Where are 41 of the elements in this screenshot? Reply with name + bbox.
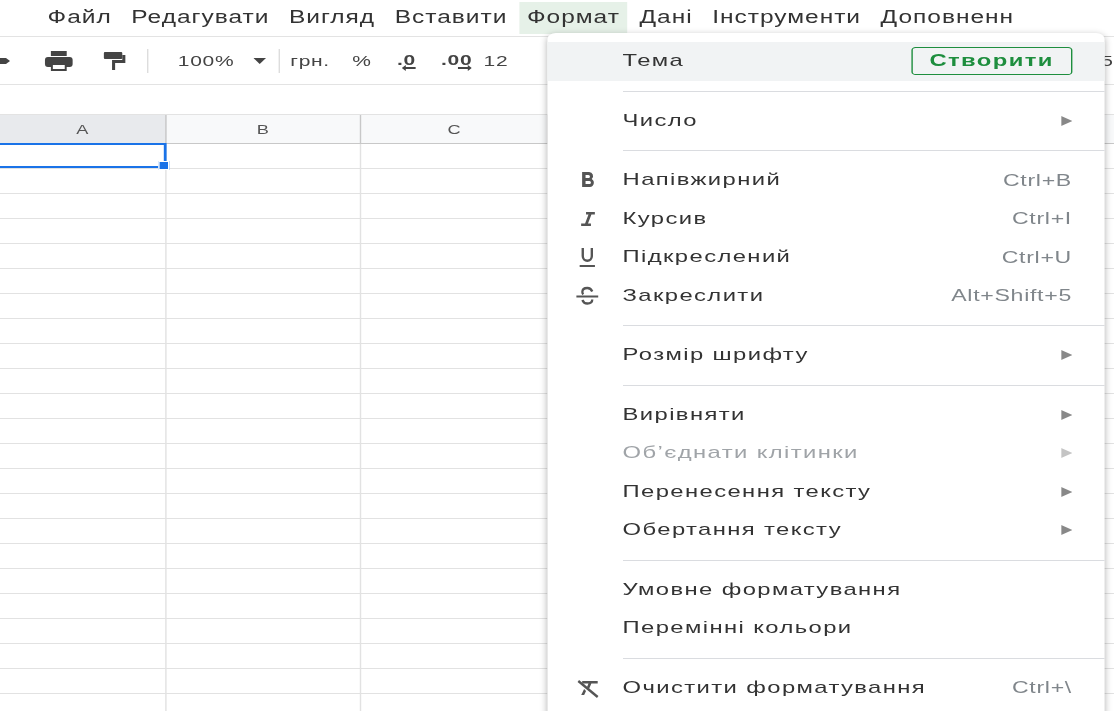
menu-item[interactable]: Обертання тексту (546, 511, 1105, 550)
menu-item[interactable]: Курсив Ctrl+I (546, 199, 1105, 238)
more-formats-button[interactable]: 12 (482, 50, 510, 71)
submenu-arrow-icon (1060, 409, 1072, 420)
print-icon[interactable] (42, 48, 76, 73)
menu-item[interactable]: Умовне форматування (546, 570, 1105, 609)
currency-button[interactable]: грн. (288, 50, 332, 71)
menu-item[interactable]: Розмір шрифту (546, 336, 1105, 375)
menu-bar-item[interactable]: Інструменти (705, 2, 868, 34)
menu-item[interactable]: Напівжирний Ctrl+B (546, 161, 1105, 200)
decrease-decimal-button[interactable]: .0 (395, 48, 418, 73)
menu-bar-item[interactable]: Вигляд (281, 2, 383, 34)
menu-item[interactable]: Перемінні кольори (546, 609, 1105, 648)
menu-item[interactable]: Тема Створити (546, 42, 1105, 81)
left-arrow-icon (401, 64, 416, 71)
menu-bar-item[interactable]: Вставити (387, 2, 515, 34)
zoom-dropdown[interactable]: 100% (176, 50, 268, 71)
submenu-arrow-icon (1060, 448, 1072, 459)
menu-item[interactable]: Очистити форматування Ctrl+\ (546, 668, 1105, 707)
increase-decimal-button[interactable]: .00 (439, 48, 474, 73)
caret-icon (253, 57, 267, 64)
selected-cell[interactable] (0, 143, 167, 168)
submenu-arrow-icon (1060, 115, 1072, 126)
submenu-arrow-icon (1060, 350, 1072, 361)
menu-bar-item[interactable]: Файл (40, 2, 119, 34)
menu-item[interactable]: Перенесення тексту (546, 472, 1105, 511)
menu-bar-item[interactable]: Редагувати (124, 2, 277, 34)
menu-item[interactable]: Закреслити Alt+Shift+5 (546, 276, 1105, 315)
right-arrow-icon (458, 64, 473, 71)
menu-bar-item[interactable]: Доповненн (873, 2, 1022, 34)
column-header[interactable]: B (166, 115, 362, 143)
menu-bar-item[interactable]: Формат (519, 2, 627, 34)
column-header[interactable]: A (0, 115, 167, 143)
menu-item[interactable]: Вирівняти (546, 395, 1105, 434)
menu-bar-item[interactable]: Дані (632, 2, 700, 34)
menu-item[interactable]: Підкреслений Ctrl+U (546, 238, 1105, 277)
strikethrough-icon (575, 285, 600, 306)
percent-button[interactable]: % (350, 50, 374, 71)
menu-item[interactable]: Число (546, 101, 1105, 140)
submenu-arrow-icon (1060, 525, 1072, 536)
submenu-arrow-icon (1060, 486, 1072, 497)
